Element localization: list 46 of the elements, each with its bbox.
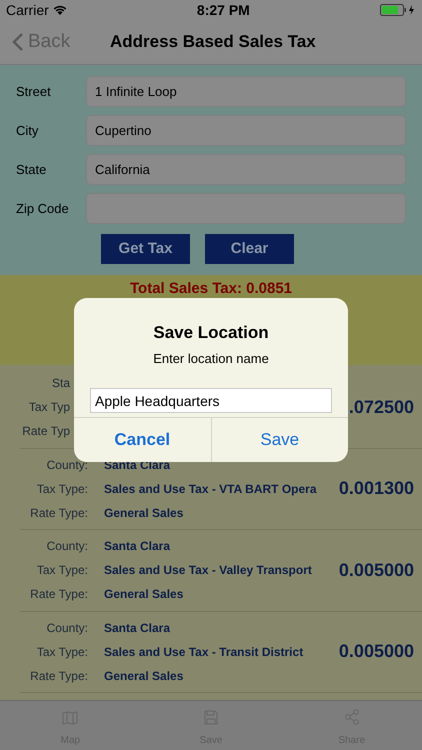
tax-rate: 0.005000 <box>338 640 415 664</box>
field-label: City <box>16 122 40 140</box>
field-label: Rate Type: <box>29 668 88 685</box>
wifi-icon <box>52 4 67 16</box>
dialog-title: Save Location <box>153 322 269 344</box>
carrier-label: Carrier <box>6 0 49 20</box>
field-label: State <box>16 160 48 179</box>
field-value: General Sales <box>104 668 184 685</box>
dialog-button[interactable]: Save <box>212 418 348 462</box>
text-field[interactable]: 1 Infinite Loop <box>86 76 406 107</box>
field-label: Tax Type: <box>36 644 88 661</box>
field-value: General Sales <box>104 504 184 522</box>
back-chevron-icon <box>12 32 24 52</box>
field-value: Santa Clara <box>104 620 170 637</box>
field-label: Rate Typ <box>21 423 70 440</box>
field-label: Zip Code <box>16 200 70 218</box>
action-button[interactable]: Clear <box>205 234 294 264</box>
tax-rate: 0.001300 <box>338 477 415 500</box>
field-value: Sales and Use Tax - Valley Transport <box>104 562 312 580</box>
field-label: Tax Type: <box>36 562 88 580</box>
field-label: Tax Type: <box>36 480 88 498</box>
field-value: Sales and Use Tax - Transit District <box>104 644 304 661</box>
share-icon <box>344 709 360 725</box>
field-label: County: <box>46 620 88 637</box>
location-name-field[interactable]: Apple Headquarters <box>90 388 332 413</box>
dialog-message: Enter location name <box>153 350 269 368</box>
text-field[interactable]: Cupertino <box>86 115 406 146</box>
battery-icon <box>380 4 416 16</box>
field-label: Street <box>16 82 52 101</box>
field-label: Tax Typ <box>28 399 70 416</box>
text-field[interactable] <box>86 193 406 224</box>
screen-title: Address Based Sales Tax <box>110 31 316 54</box>
tax-rate: 0.005000 <box>338 558 415 582</box>
field-value: General Sales <box>104 586 184 604</box>
field-value: Sales and Use Tax - VTA BART Opera <box>104 480 317 498</box>
field-label: Sta <box>50 375 70 392</box>
dialog-button[interactable]: Cancel <box>74 418 212 462</box>
total-tax-label: Total Sales Tax: 0.0851 <box>130 279 292 299</box>
text-field[interactable]: California <box>86 154 406 185</box>
clock-label: 8:27 PM <box>196 0 250 20</box>
field-label: Rate Type: <box>29 586 88 604</box>
action-button[interactable]: Get Tax <box>101 234 190 264</box>
field-label: County: <box>46 538 88 556</box>
tax-rate: .072500 <box>348 396 415 419</box>
field-value: Santa Clara <box>104 538 170 556</box>
field-label: Rate Type: <box>29 504 88 522</box>
